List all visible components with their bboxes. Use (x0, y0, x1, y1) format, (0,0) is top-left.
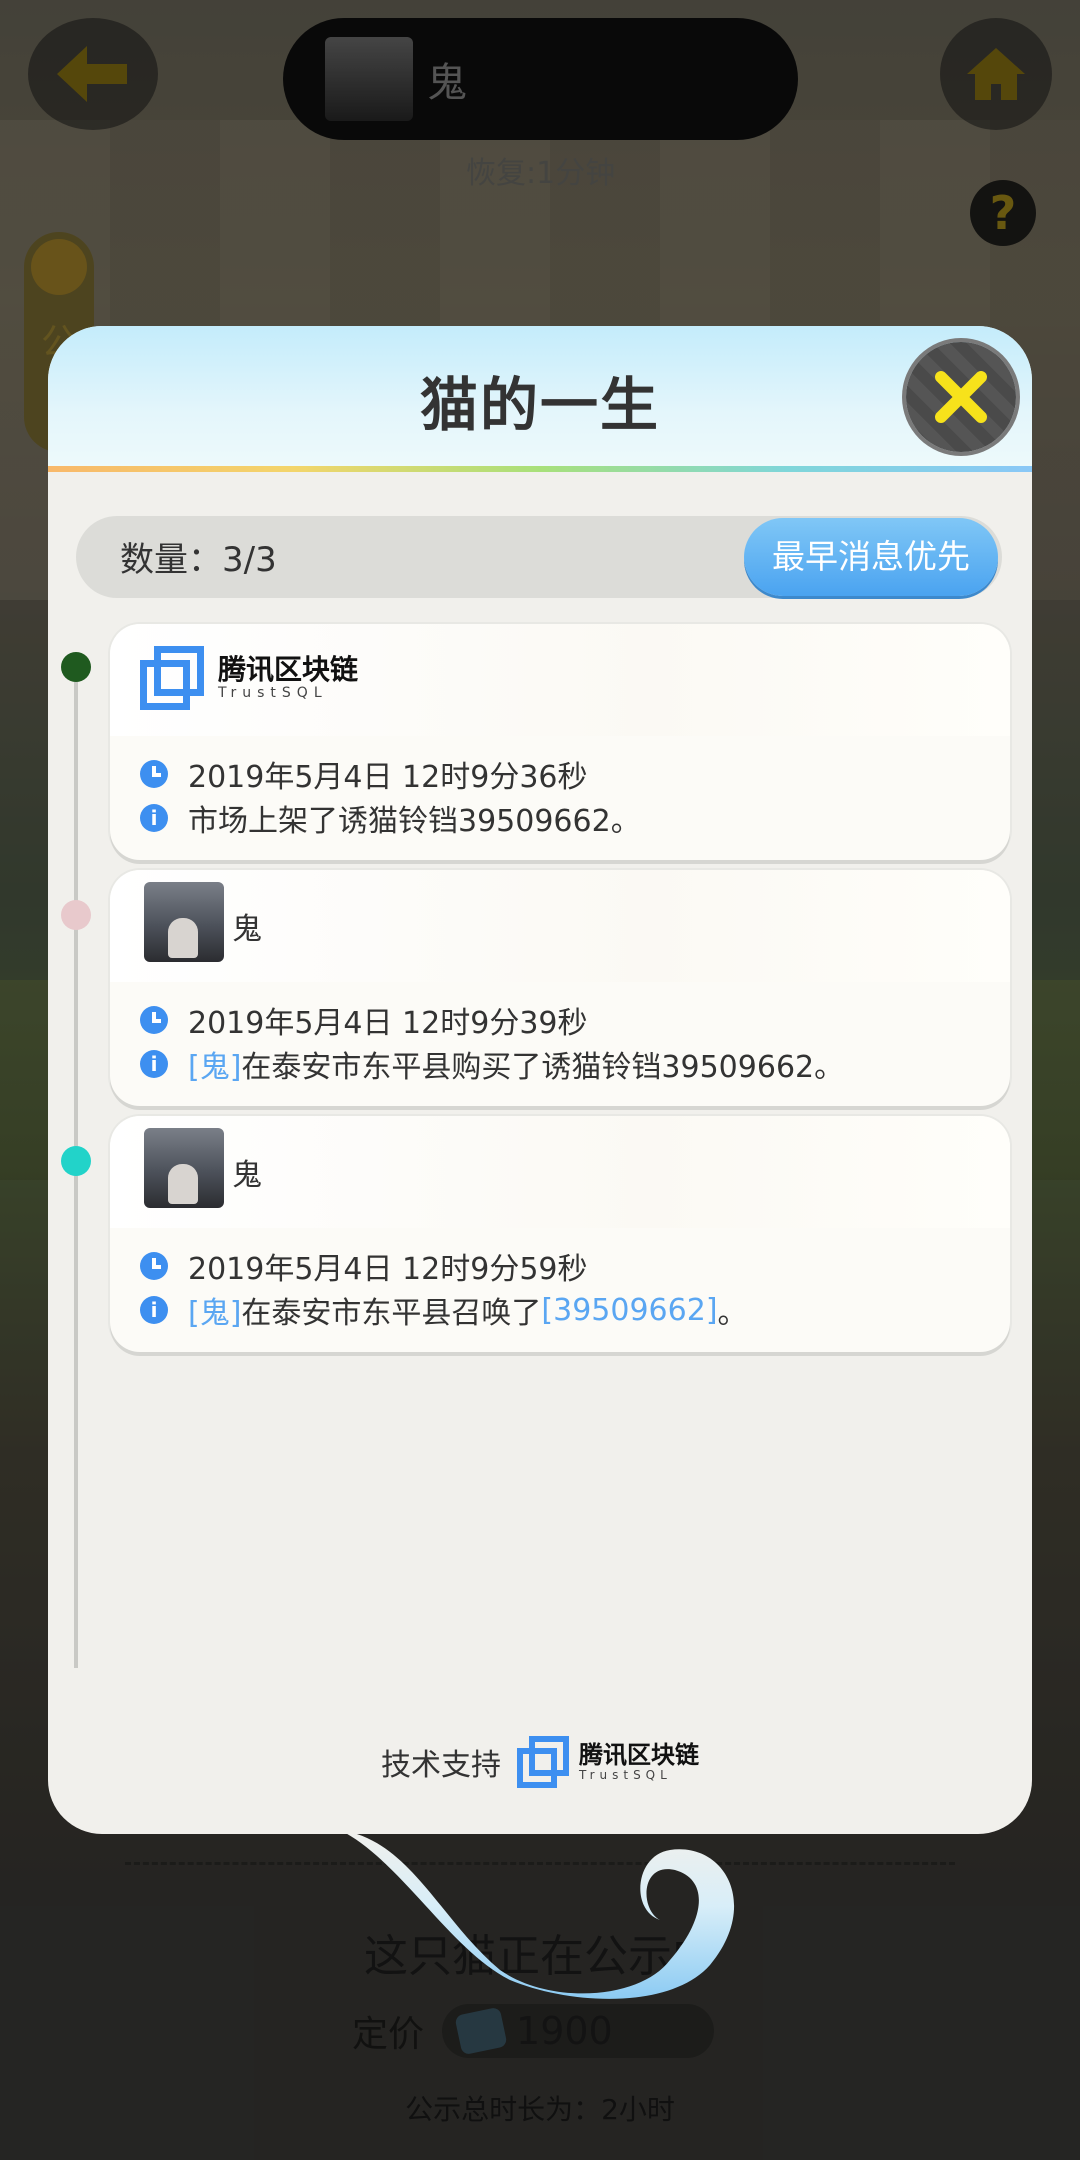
count-text: 数量：3/3 (120, 540, 277, 580)
info-icon: i (140, 1296, 168, 1324)
modal-footer: 技术支持 腾讯区块链 TrustSQL (48, 1736, 1032, 1788)
event-card: 鬼 2019年5月4日 12时9分39秒 i [鬼] 在泰安市东平县购买了诱猫铃铛… (110, 870, 1010, 1106)
user-avatar[interactable] (144, 882, 224, 962)
tencent-blockchain-logo: 腾讯区块链 TrustSQL (140, 646, 358, 710)
logo-name-cn: 腾讯区块链 (218, 653, 359, 686)
user-name[interactable]: 鬼 (232, 1150, 262, 1194)
logo-name-en: TrustSQL (579, 1768, 672, 1782)
event-card-header: 腾讯区块链 TrustSQL (110, 624, 1010, 736)
info-icon: i (140, 1050, 168, 1078)
event-message: 在泰安市东平县购买了诱猫铃铛39509662。 (241, 1050, 845, 1085)
user-link[interactable]: [鬼] (188, 1042, 241, 1086)
tech-support-label: 技术支持 (381, 1748, 501, 1783)
event-message-row: i 市场上架了诱猫铃铛39509662。 (140, 796, 641, 840)
event-message: 在泰安市东平县召唤了 (241, 1296, 542, 1331)
event-message: 市场上架了诱猫铃铛39509662。 (188, 804, 641, 839)
user-link[interactable]: [鬼] (188, 1288, 241, 1332)
event-message-end: 。 (717, 1296, 748, 1331)
clock-icon (140, 1006, 168, 1034)
event-time: 2019年5月4日 12时9分36秒 (188, 760, 588, 795)
cat-life-modal: 猫的一生 数量：3/3 最早消息优先 腾讯区块链 TrustSQL 2019年5… (48, 326, 1032, 1834)
blockchain-logo-icon (517, 1736, 569, 1788)
event-time: 2019年5月4日 12时9分59秒 (188, 1252, 588, 1287)
timeline-dot (61, 1146, 91, 1176)
blockchain-logo-icon (140, 646, 204, 710)
close-icon (935, 371, 987, 423)
header-rainbow-divider (48, 466, 1032, 472)
clock-icon (140, 760, 168, 788)
event-card: 鬼 2019年5月4日 12时9分59秒 i [鬼] 在泰安市东平县召唤了 [395… (110, 1116, 1010, 1352)
info-icon: i (140, 804, 168, 832)
event-card-header: 鬼 (110, 1116, 1010, 1228)
timeline-dot (61, 652, 91, 682)
event-message-row: i [鬼] 在泰安市东平县购买了诱猫铃铛39509662。 (140, 1042, 844, 1086)
cat-id-link[interactable]: [39509662] (541, 1293, 717, 1328)
user-avatar[interactable] (144, 1128, 224, 1208)
clock-icon (140, 1252, 168, 1280)
event-message-row: i [鬼] 在泰安市东平县召唤了 [39509662]。 (140, 1288, 748, 1332)
event-time-row: 2019年5月4日 12时9分59秒 (140, 1244, 588, 1288)
event-time-row: 2019年5月4日 12时9分36秒 (140, 752, 588, 796)
modal-title: 猫的一生 (419, 371, 660, 439)
event-card: 腾讯区块链 TrustSQL 2019年5月4日 12时9分36秒 i 市场上架… (110, 624, 1010, 860)
count-bar: 数量：3/3 最早消息优先 (76, 516, 1002, 598)
footer-tencent-blockchain-logo: 腾讯区块链 TrustSQL (517, 1736, 699, 1788)
event-time-row: 2019年5月4日 12时9分39秒 (140, 998, 588, 1042)
timeline-dot (61, 900, 91, 930)
event-card-header: 鬼 (110, 870, 1010, 982)
logo-name-cn: 腾讯区块链 (579, 1741, 699, 1769)
close-button[interactable] (906, 342, 1016, 452)
sort-order-button[interactable]: 最早消息优先 (744, 518, 998, 596)
event-time: 2019年5月4日 12时9分39秒 (188, 1006, 588, 1041)
user-name[interactable]: 鬼 (232, 904, 262, 948)
logo-name-en: TrustSQL (218, 685, 328, 701)
modal-header: 猫的一生 (48, 326, 1032, 472)
